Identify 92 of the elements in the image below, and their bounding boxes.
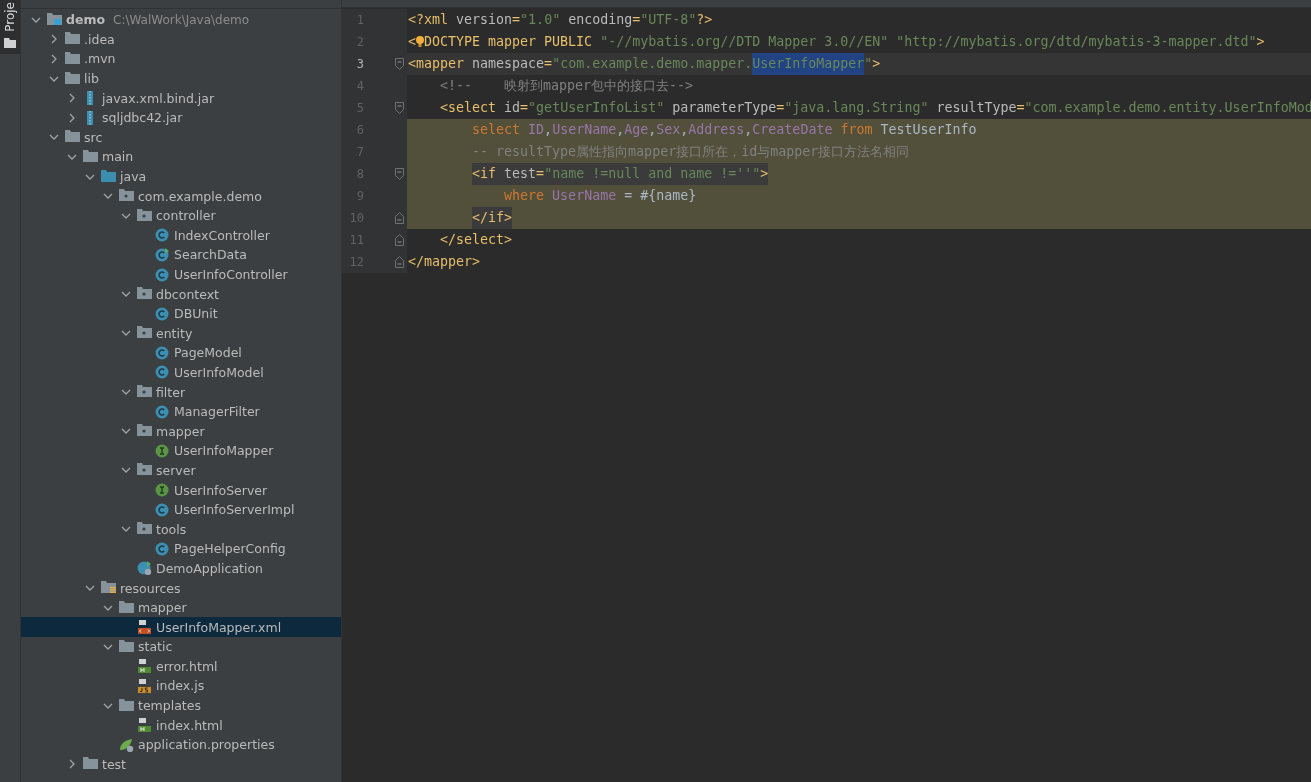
class-icon <box>155 228 170 243</box>
xml-file-icon <box>137 620 152 635</box>
html-file-icon <box>137 718 152 733</box>
folder-icon <box>119 698 134 713</box>
tree-item[interactable]: mapper <box>21 597 341 618</box>
class-icon <box>155 365 170 380</box>
folder-icon <box>119 639 134 654</box>
tree-item[interactable]: .mvn <box>21 49 341 69</box>
code-line: </select> <box>439 231 514 249</box>
chevron-right-icon <box>67 93 77 104</box>
class-icon <box>155 267 170 282</box>
tree-item[interactable]: application.properties <box>21 734 341 755</box>
chevron-right-icon <box>67 759 77 770</box>
tree-item[interactable]: javax.xml.bind.jar <box>21 88 341 108</box>
tree-item[interactable]: sqljdbc42.jar <box>21 107 341 128</box>
folder-icon <box>65 71 80 86</box>
line-number: 3 <box>355 57 364 71</box>
tree-item[interactable]: dbcontext <box>21 284 341 304</box>
tree-item[interactable]: UserInfoServerImpl <box>21 499 341 520</box>
package-icon <box>137 208 152 223</box>
package-icon <box>137 287 152 302</box>
code-line: <?xml version="1.0" encoding="UTF-8"?> <box>407 11 714 29</box>
tree-item[interactable]: mapper <box>21 421 341 442</box>
tree-item[interactable]: PageHelperConfig <box>21 539 341 559</box>
package-icon <box>119 189 134 204</box>
tree-item[interactable]: ManagerFilter <box>21 401 341 422</box>
chevron-right-icon <box>67 112 77 123</box>
tree-item[interactable]: error.html <box>21 656 341 677</box>
tree-item[interactable]: UserInfoServer <box>21 480 341 500</box>
resources-folder-icon <box>101 581 116 595</box>
code-line: < DOCTYPE mapper PUBLIC "-//mybatis.org//DTD Mapper 3.0//EN" "http://mybatis.org/dtd/mybatis-3-mapper.dtd"> <box>407 33 1266 52</box>
class-icon <box>155 502 170 517</box>
spring-config-icon <box>119 737 134 752</box>
interface-icon <box>155 443 170 458</box>
class-icon <box>155 404 170 419</box>
chevron-right-icon <box>49 34 59 45</box>
package-icon <box>137 385 152 400</box>
tree-item[interactable]: test <box>21 754 341 775</box>
tree-item[interactable]: filter <box>21 382 341 402</box>
html-file-icon <box>137 659 152 674</box>
tree-item[interactable]: .idea <box>21 29 341 50</box>
tree-item[interactable]: server <box>21 460 341 481</box>
class-icon <box>155 345 170 360</box>
tree-item[interactable]: UserInfoController <box>21 264 341 285</box>
folder-icon <box>119 600 134 615</box>
module-icon <box>47 12 62 27</box>
tree-item[interactable]: controller <box>21 205 341 226</box>
tree-item[interactable]: index.js <box>21 676 341 696</box>
code-line: </mapper> <box>407 253 482 271</box>
tree-item[interactable]: PageModel <box>21 343 341 363</box>
tree-item[interactable]: UserInfoMapper.xml <box>21 617 341 637</box>
tree-item[interactable]: entity <box>21 323 341 344</box>
js-file-icon <box>137 679 152 693</box>
folder-icon <box>101 169 116 184</box>
tree-item[interactable]: demo C:\WalWork\Java\demo <box>21 10 341 30</box>
folder-icon <box>4 37 16 48</box>
tree-item[interactable]: lib <box>21 68 341 89</box>
folder-icon <box>83 757 98 772</box>
folder-icon <box>65 130 80 145</box>
tree-item[interactable]: DBUnit <box>21 303 341 324</box>
tree-item[interactable]: IndexController <box>21 225 341 246</box>
class-icon <box>155 541 170 556</box>
tree-item[interactable]: main <box>21 147 341 167</box>
tree-item[interactable]: index.html <box>21 715 341 735</box>
spring-class-icon <box>137 561 152 576</box>
folder-icon <box>65 52 80 66</box>
code-line: <select id="getUserInfoList" parameterType="java.lang.String" resultType="com.example.demo.entity.UserInfoMod <box>439 99 1311 117</box>
package-icon <box>137 326 152 341</box>
tree-item[interactable]: UserInfoModel <box>21 362 341 383</box>
package-icon <box>137 463 152 478</box>
folder-icon <box>83 149 98 164</box>
tree-item[interactable]: static <box>21 637 341 657</box>
code-line: <!-- 映射到mapper包中的接口去--> <box>439 77 695 95</box>
chevron-down-icon <box>85 583 95 593</box>
package-icon <box>137 522 152 537</box>
project-tool-tab[interactable]: Proje <box>0 0 20 54</box>
package-icon <box>137 424 152 439</box>
tree-item[interactable]: DemoApplication <box>21 558 341 579</box>
tree-item[interactable]: UserInfoMapper <box>21 441 341 461</box>
tree-item[interactable]: src <box>21 127 341 148</box>
class-icon <box>155 247 170 262</box>
module-path: C:\WalWork\Java\demo <box>113 12 250 27</box>
tree-item[interactable]: templates <box>21 695 341 716</box>
tree-item[interactable]: tools <box>21 519 341 540</box>
interface-icon <box>155 483 170 498</box>
folder-icon <box>65 32 80 47</box>
class-icon <box>155 306 170 321</box>
tree-item[interactable]: SearchData <box>21 245 341 265</box>
tree-item[interactable]: com.example.demo <box>21 186 341 206</box>
tree-item[interactable]: java <box>21 166 341 187</box>
tree-item[interactable]: resources <box>21 578 341 598</box>
chevron-right-icon <box>49 54 59 64</box>
